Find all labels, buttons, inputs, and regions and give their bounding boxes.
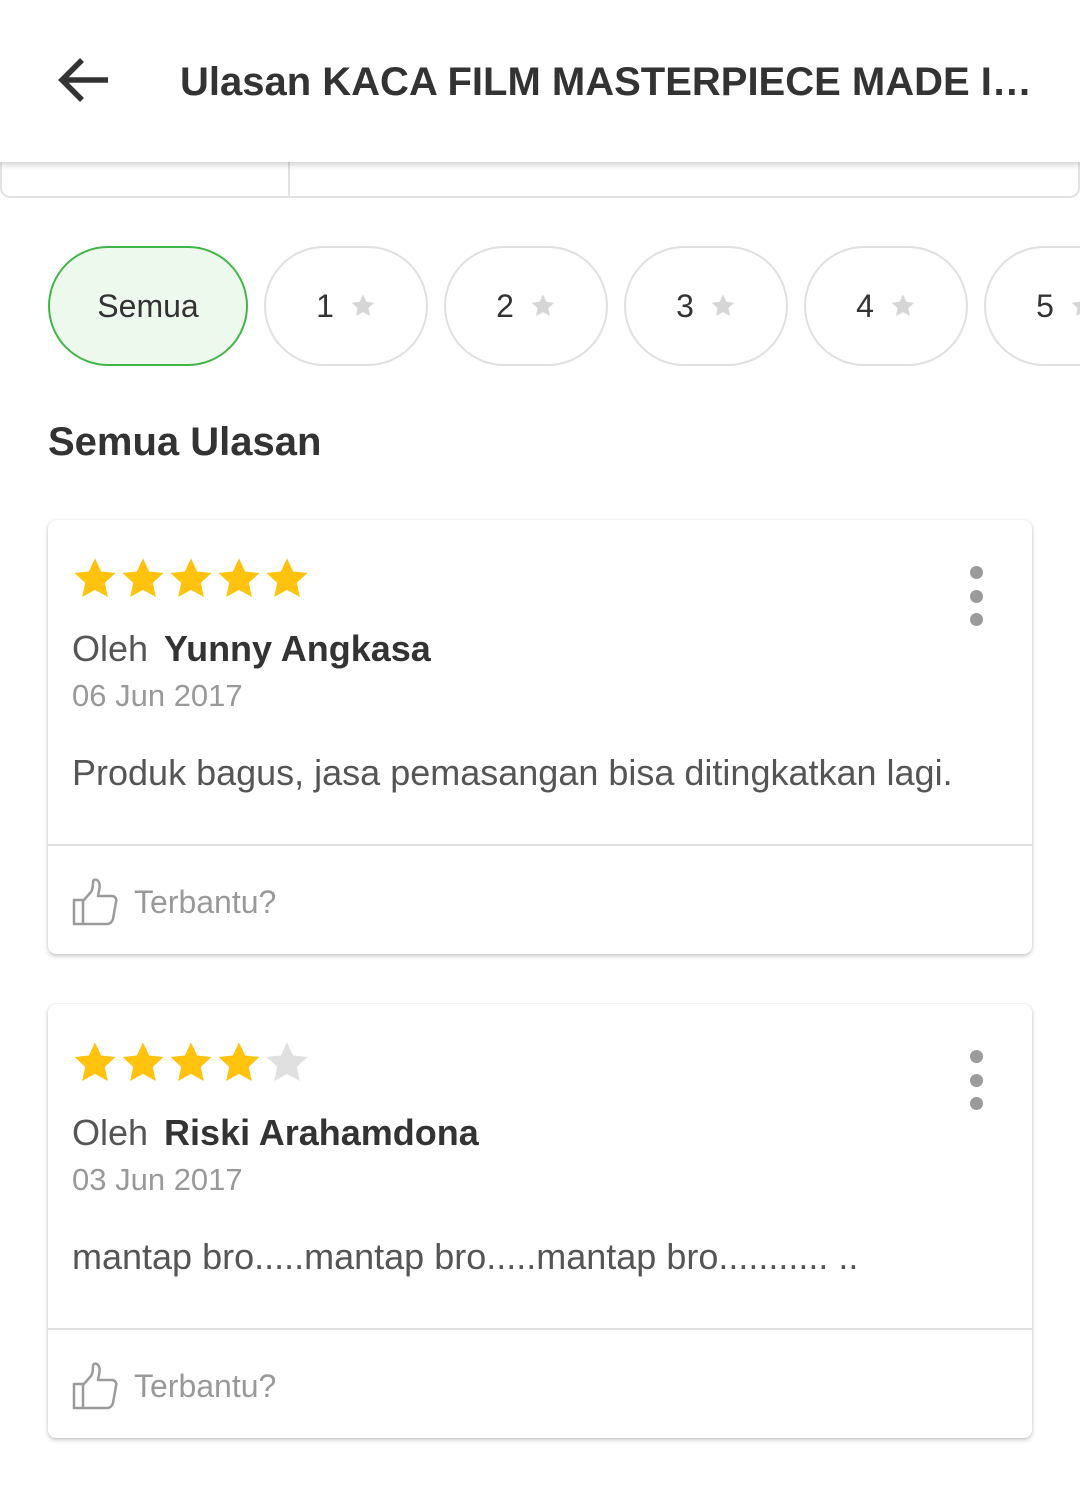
chip-label: Semua [97,287,199,324]
helpful-label: Terbantu? [134,1367,277,1404]
star-rating [72,556,312,602]
review-card: Oleh Riski Arahamdona 03 Jun 2017 mantap … [48,1004,1032,1438]
chip-label: 5 [1036,287,1054,324]
star-filled-icon [170,558,212,598]
star-filled-icon [266,558,308,598]
dot [969,1073,983,1087]
star-icon [1070,293,1080,319]
star-icon [710,293,736,319]
star-filled-icon [74,558,116,598]
star-filled-icon [122,558,164,598]
star-icon [890,293,916,319]
review-card: Oleh Yunny Angkasa 06 Jun 2017 Produk bag… [48,520,1032,954]
chip-label: 1 [316,287,334,324]
star-rating [72,1040,312,1086]
dot [969,566,983,579]
dot [969,1050,983,1063]
star-filled-icon [74,1042,116,1082]
star-filled-icon [122,1042,164,1082]
app-bar: Ulasan KACA FILM MASTERPIECE MADE IN IND… [0,0,1080,162]
rating-filter-chips: Semua 1 2 3 4 5 [0,246,1080,366]
thumbs-up-icon [72,878,118,926]
star-icon [530,293,556,319]
chip-label: 3 [676,287,694,324]
helpful-label: Terbantu? [134,883,277,920]
dot [969,1097,983,1110]
star-empty-icon [266,1042,308,1082]
chip-label: 4 [856,287,874,324]
filter-chip-4-star[interactable]: 4 [804,246,968,366]
star-icon [350,293,376,319]
divider [48,844,1032,846]
review-date: 06 Jun 2017 [72,678,243,713]
review-text: mantap bro.....mantap bro.....mantap bro… [72,1236,859,1277]
filter-chip-2-star[interactable]: 2 [444,246,608,366]
page-title: Ulasan KACA FILM MASTERPIECE MADE IN IND… [180,60,1060,104]
dot [969,589,983,603]
back-button[interactable] [52,50,116,110]
star-filled-icon [218,558,260,598]
arrow-left-icon [58,58,108,102]
thumbs-up-icon [72,1362,118,1410]
by-label: Oleh [72,628,149,669]
reviewer-name[interactable]: Yunny Angkasa [164,628,431,669]
review-author-line: Oleh Riski Arahamdona [72,1112,479,1154]
by-label: Oleh [72,1112,149,1153]
more-options-button[interactable] [960,1050,992,1110]
review-date: 03 Jun 2017 [72,1162,243,1197]
section-title: Semua Ulasan [48,420,322,464]
review-author-line: Oleh Yunny Angkasa [72,628,431,670]
star-filled-icon [170,1042,212,1082]
filter-chip-all[interactable]: Semua [48,246,248,366]
more-options-button[interactable] [960,566,992,626]
reviewer-name[interactable]: Riski Arahamdona [164,1112,479,1153]
helpful-button[interactable]: Terbantu? [72,1360,276,1412]
filter-chip-3-star[interactable]: 3 [624,246,788,366]
filter-chip-1-star[interactable]: 1 [264,246,428,366]
divider [48,1328,1032,1330]
star-filled-icon [218,1042,260,1082]
dot [969,613,983,626]
chip-label: 2 [496,287,514,324]
helpful-button[interactable]: Terbantu? [72,876,276,928]
review-text: Produk bagus, jasa pemasangan bisa ditin… [72,752,953,793]
filter-chip-5-star[interactable]: 5 [984,246,1080,366]
